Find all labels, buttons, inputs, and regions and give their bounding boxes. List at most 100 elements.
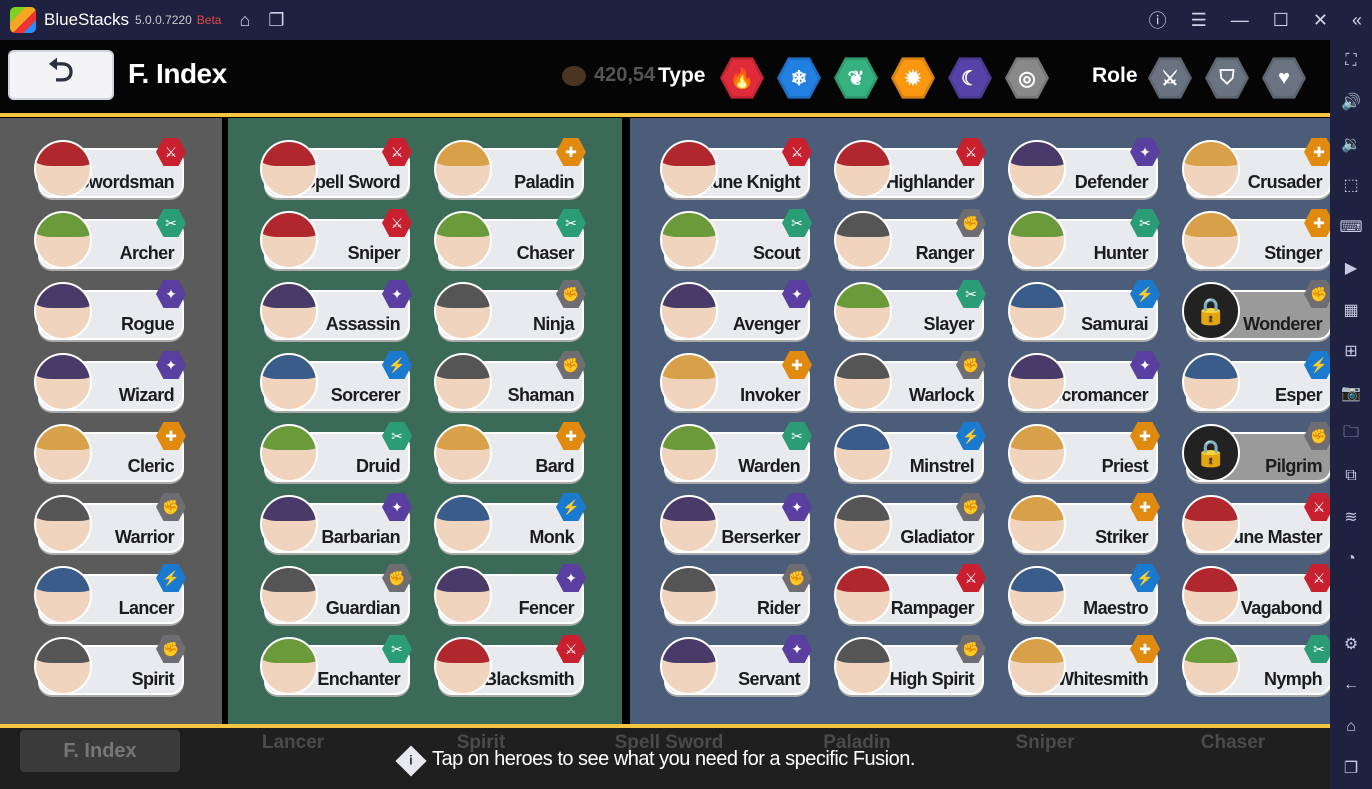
heart-filter-button[interactable]: ♥	[1262, 57, 1306, 99]
maximize-icon[interactable]: ☐	[1273, 10, 1289, 31]
hero-card-samurai[interactable]: Samurai ⚡	[1008, 280, 1160, 342]
hero-card-paladin[interactable]: Paladin ✚	[434, 138, 586, 200]
hero-portrait	[434, 424, 492, 482]
hero-card-warden[interactable]: Warden ✂	[660, 422, 812, 484]
findex-button[interactable]: F. Index	[20, 730, 180, 772]
layers-icon[interactable]: ≋	[1330, 497, 1372, 539]
hero-card-minstrel[interactable]: Minstrel ⚡	[834, 422, 986, 484]
volume-up-icon[interactable]: 🔊	[1330, 82, 1372, 124]
hero-card-high-spirit[interactable]: High Spirit ✊	[834, 635, 986, 697]
screenshot-icon[interactable]: 📷	[1330, 372, 1372, 414]
hero-card-rune-master[interactable]: Rune Master ⚔	[1182, 493, 1334, 555]
hero-card-ranger[interactable]: Ranger ✊	[834, 209, 986, 271]
neutral-filter-button[interactable]: ◎	[1005, 57, 1049, 99]
macro-icon[interactable]: ▦	[1330, 289, 1372, 331]
hero-card-priest[interactable]: Priest ✚	[1008, 422, 1160, 484]
hero-card-crusader[interactable]: Crusader ✚	[1182, 138, 1334, 200]
hero-portrait	[660, 353, 718, 411]
hero-card-sniper[interactable]: Sniper ⚔	[260, 209, 412, 271]
help-icon[interactable]: ⓘ	[1149, 7, 1167, 33]
record-icon[interactable]: ▶	[1330, 248, 1372, 290]
back-icon[interactable]: ←	[1330, 665, 1372, 707]
hero-card-berserker[interactable]: Berserker ✦	[660, 493, 812, 555]
hero-card-necromancer[interactable]: Necromancer ✦	[1008, 351, 1160, 413]
hero-card-spirit[interactable]: Spirit ✊	[34, 635, 186, 697]
hero-card-blacksmith[interactable]: Blacksmith ⚔	[434, 635, 586, 697]
hero-card-defender[interactable]: Defender ✦	[1008, 138, 1160, 200]
hero-card-nymph[interactable]: Nymph ✂	[1182, 635, 1334, 697]
hero-card-monk[interactable]: Monk ⚡	[434, 493, 586, 555]
folder-icon[interactable]: 🗀	[1330, 414, 1372, 456]
hero-card-gladiator[interactable]: Gladiator ✊	[834, 493, 986, 555]
hero-card-chaser[interactable]: Chaser ✂	[434, 209, 586, 271]
hero-card-bard[interactable]: Bard ✚	[434, 422, 586, 484]
hero-card-rider[interactable]: Rider ✊	[660, 564, 812, 626]
hero-card-rune-knight[interactable]: Rune Knight ⚔	[660, 138, 812, 200]
back-button[interactable]: ⮌	[8, 50, 114, 100]
hero-card-stinger[interactable]: Stinger ✚	[1182, 209, 1334, 271]
rotate-icon[interactable]: ⧉	[1330, 455, 1372, 497]
sun-filter-button[interactable]: ✹	[891, 57, 935, 99]
hero-card-assassin[interactable]: Assassin ✦	[260, 280, 412, 342]
leaf-filter-button[interactable]: ❦	[834, 57, 878, 99]
hero-card-pilgrim[interactable]: Pilgrim 🔒 ✊	[1182, 422, 1334, 484]
ice-filter-button[interactable]: ❄	[777, 57, 821, 99]
hero-card-spell-sword[interactable]: Spell Sword ⚔	[260, 138, 412, 200]
hero-card-invoker[interactable]: Invoker ✚	[660, 351, 812, 413]
hero-card-warrior[interactable]: Warrior ✊	[34, 493, 186, 555]
home-icon[interactable]: ⌂	[239, 10, 250, 31]
shield-filter-button[interactable]: ⛉	[1205, 57, 1249, 99]
hero-card-wizard[interactable]: Wizard ✦	[34, 351, 186, 413]
hero-portrait	[260, 140, 318, 198]
hero-card-sorcerer[interactable]: Sorcerer ⚡	[260, 351, 412, 413]
fullscreen-icon[interactable]: ⛶	[1330, 40, 1372, 82]
sword-filter-button[interactable]: ⚔	[1148, 57, 1192, 99]
performance-icon[interactable]: ◔	[1330, 538, 1372, 580]
hero-card-servant[interactable]: Servant ✦	[660, 635, 812, 697]
menu-icon[interactable]: ☰	[1191, 10, 1207, 31]
hero-name: Striker	[1095, 527, 1148, 547]
hero-card-vagabond[interactable]: Vagabond ⚔	[1182, 564, 1334, 626]
hero-card-ninja[interactable]: Ninja ✊	[434, 280, 586, 342]
multi-instance-icon[interactable]: ❐	[268, 10, 284, 31]
hero-card-swordsman[interactable]: Swordsman ⚔	[34, 138, 186, 200]
hero-card-fencer[interactable]: Fencer ✦	[434, 564, 586, 626]
hero-card-striker[interactable]: Striker ✚	[1008, 493, 1160, 555]
hero-card-esper[interactable]: Esper ⚡	[1182, 351, 1334, 413]
hero-card-druid[interactable]: Druid ✂	[260, 422, 412, 484]
hero-name: Highlander	[885, 172, 975, 192]
settings-icon[interactable]: ⚙	[1330, 623, 1372, 665]
hero-card-hunter[interactable]: Hunter ✂	[1008, 209, 1160, 271]
hero-card-maestro[interactable]: Maestro ⚡	[1008, 564, 1160, 626]
hero-card-lancer[interactable]: Lancer ⚡	[34, 564, 186, 626]
hero-card-guardian[interactable]: Guardian ✊	[260, 564, 412, 626]
hero-card-archer[interactable]: Archer ✂	[34, 209, 186, 271]
fire-filter-button[interactable]: 🔥	[720, 57, 764, 99]
keyboard-icon[interactable]: ⌨	[1330, 206, 1372, 248]
pointer-icon[interactable]: ⬚	[1330, 165, 1372, 207]
hero-card-wonderer[interactable]: Wonderer 🔒 ✊	[1182, 280, 1334, 342]
hero-card-rogue[interactable]: Rogue ✦	[34, 280, 186, 342]
hero-card-barbarian[interactable]: Barbarian ✦	[260, 493, 412, 555]
hero-card-avenger[interactable]: Avenger ✦	[660, 280, 812, 342]
hero-card-highlander[interactable]: Highlander ⚔	[834, 138, 986, 200]
hero-card-scout[interactable]: Scout ✂	[660, 209, 812, 271]
close-icon[interactable]: ✕	[1313, 10, 1328, 31]
minimize-icon[interactable]: —	[1231, 10, 1249, 31]
apk-icon[interactable]: ⊞	[1330, 331, 1372, 373]
volume-down-icon[interactable]: 🔉	[1330, 123, 1372, 165]
hero-card-enchanter[interactable]: Enchanter ✂	[260, 635, 412, 697]
hero-card-slayer[interactable]: Slayer ✂	[834, 280, 986, 342]
hero-card-warlock[interactable]: Warlock ✊	[834, 351, 986, 413]
hero-card-cleric[interactable]: Cleric ✚	[34, 422, 186, 484]
recent-apps-icon[interactable]: ❐	[1330, 748, 1372, 789]
tip-text: i Tap on heroes to see what you need for …	[395, 745, 915, 777]
hero-card-whitesmith[interactable]: Whitesmith ✚	[1008, 635, 1160, 697]
moon-filter-button[interactable]: ☾	[948, 57, 992, 99]
coin-icon	[562, 65, 586, 86]
hero-name: Minstrel	[909, 456, 975, 476]
home-icon[interactable]: ⌂	[1330, 706, 1372, 748]
hero-card-rampager[interactable]: Rampager ⚔	[834, 564, 986, 626]
hero-card-shaman[interactable]: Shaman ✊	[434, 351, 586, 413]
collapse-sidebar-icon[interactable]: «	[1352, 10, 1362, 31]
